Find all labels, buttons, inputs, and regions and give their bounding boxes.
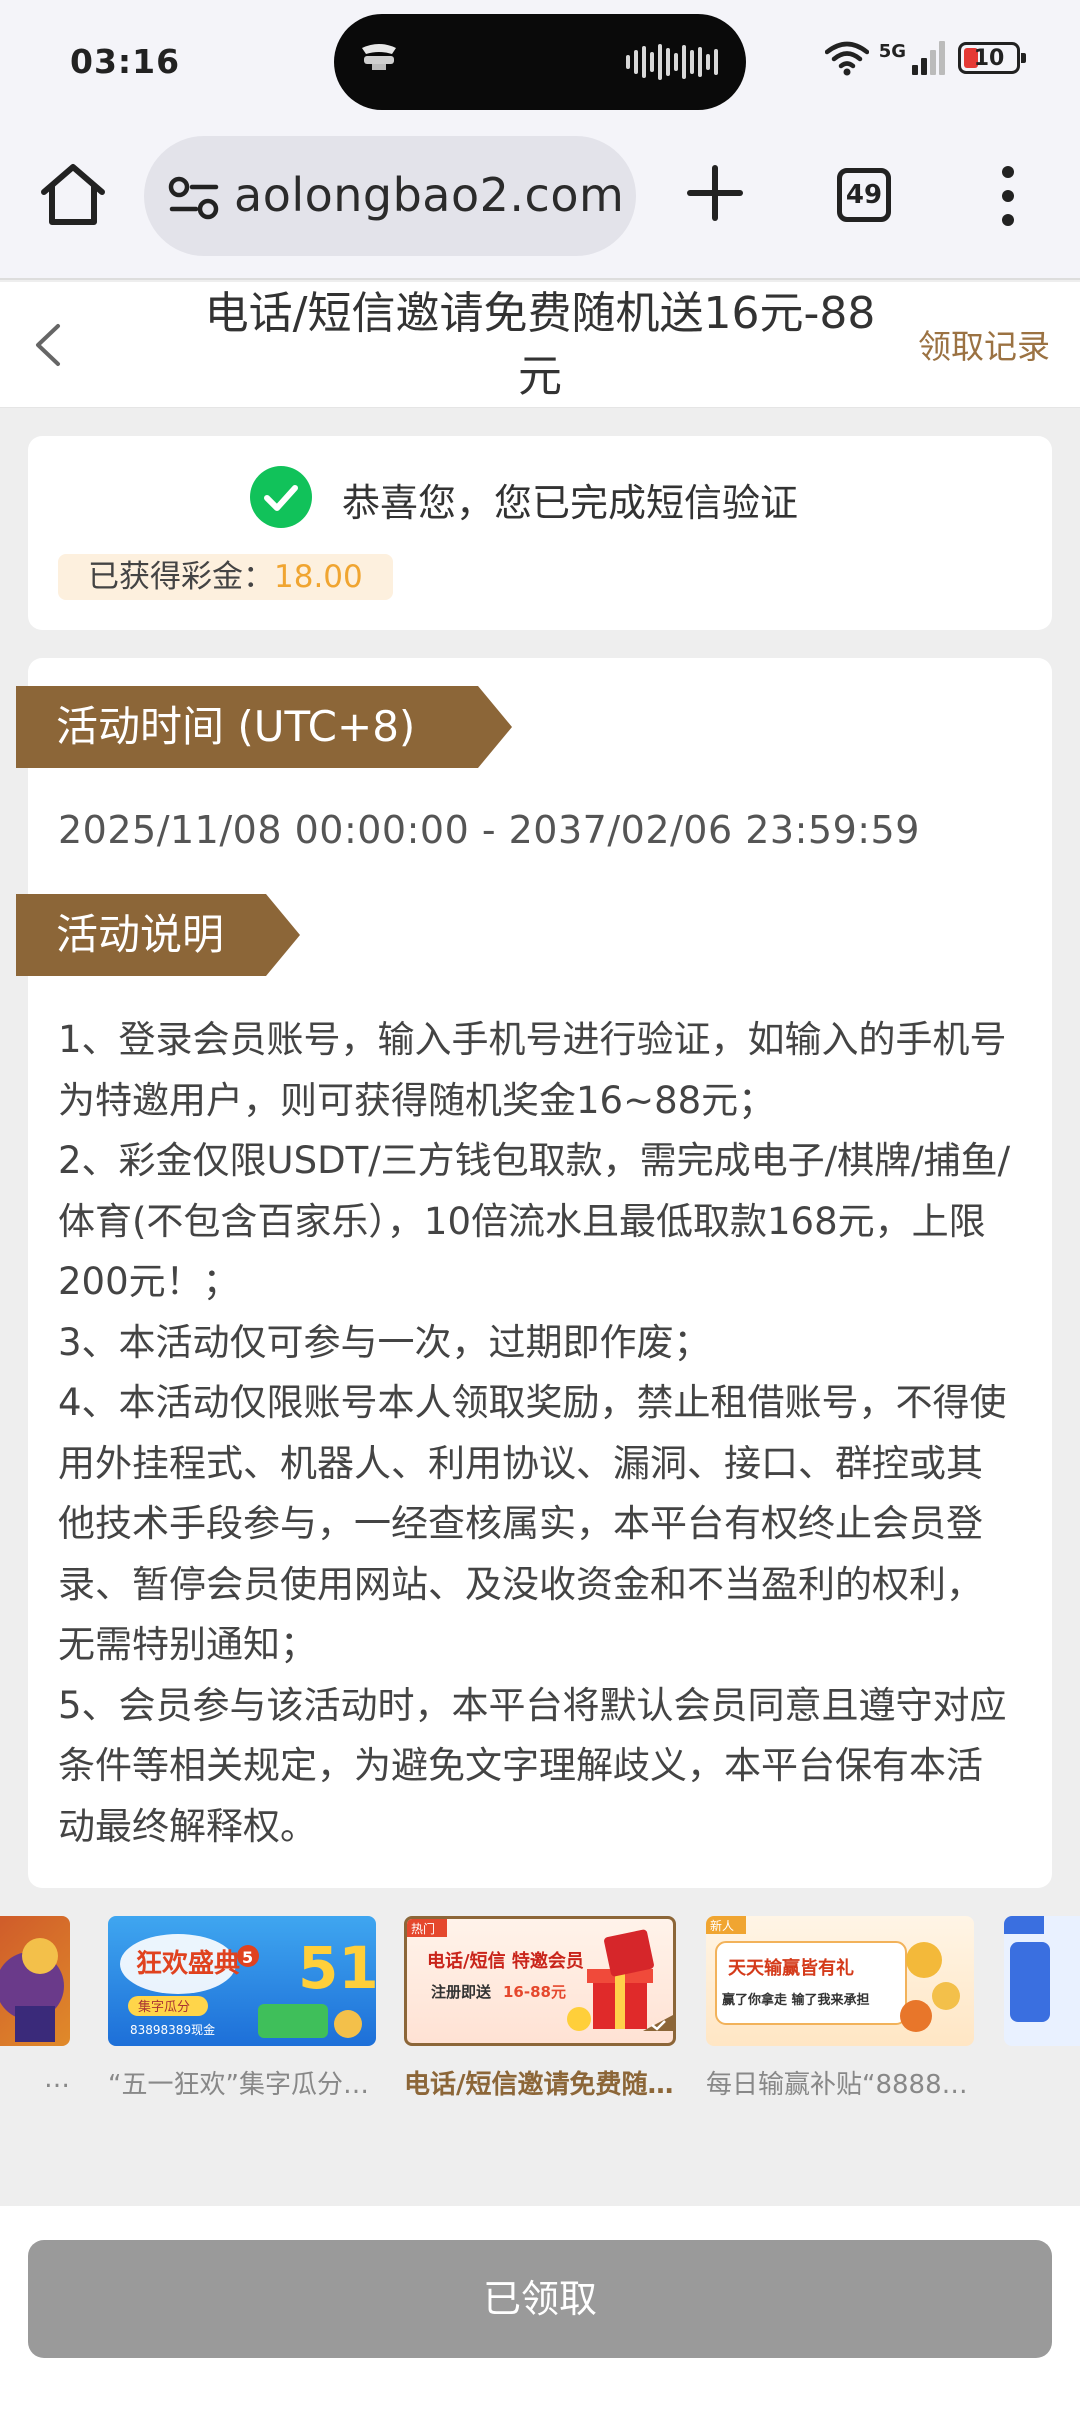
promo-caption: “五一狂欢”集字瓜分… — [108, 2070, 369, 2100]
promo-image[interactable]: 新人 天天输赢皆有礼 赢了你拿走 输了我来承担 — [706, 1916, 974, 2046]
svg-text:集字瓜分: 集字瓜分 — [138, 1999, 190, 2015]
page-title: 电话/短信邀请免费随机送16元-88元 — [204, 288, 876, 402]
signal-icon — [912, 41, 945, 75]
promo-carousel[interactable]: … 狂欢盛典 5 集字瓜分 83898389现金 51 “五一狂欢”集字瓜分… — [0, 1912, 1080, 2112]
svg-text:83898389现金: 83898389现金 — [130, 2022, 215, 2037]
browser-toolbar: aolongbao2.com 49 — [0, 128, 1080, 280]
rule-item: 2、彩金仅限USDT/三方钱包取款，需完成电子/棋牌/捕鱼/体育(不包含百家乐）… — [58, 1139, 1011, 1303]
svg-text:电话/短信 特邀会员: 电话/短信 特邀会员 — [427, 1950, 584, 1972]
audio-waveform-icon — [626, 42, 718, 82]
promo-image[interactable]: 狂欢盛典 5 集字瓜分 83898389现金 51 — [108, 1916, 376, 2046]
svg-text:赢了你拿走 输了我来承担: 赢了你拿走 输了我来承担 — [722, 1992, 870, 2008]
svg-text:狂欢盛典: 狂欢盛典 — [136, 1948, 240, 1979]
svg-text:热门: 热门 — [411, 1921, 435, 1936]
svg-text:注册即送: 注册即送 — [431, 1983, 492, 2001]
activity-rules: 1、登录会员账号，输入手机号进行验证，如输入的手机号为特邀用户，则可获得随机奖金… — [58, 1010, 1018, 1857]
rule-item: 3、本活动仅可参与一次，过期即作废； — [58, 1320, 711, 1364]
promo-image[interactable] — [1004, 1916, 1080, 2046]
back-icon[interactable] — [28, 318, 68, 372]
status-time: 03:16 — [70, 42, 181, 81]
rule-item: 1、登录会员账号，输入手机号进行验证，如输入的手机号为特邀用户，则可获得随机奖金… — [58, 1018, 1007, 1122]
svg-text:新人: 新人 — [710, 1918, 734, 1933]
dynamic-island — [334, 14, 746, 110]
tab-switcher-button[interactable]: 49 — [837, 168, 891, 222]
activity-time-range: 2025/11/08 00:00:00 - 2037/02/06 23:59:5… — [58, 808, 920, 852]
promo-caption: … — [44, 2064, 70, 2094]
new-tab-icon[interactable] — [686, 164, 744, 222]
bonus-badge: 已获得彩金：18.00 — [58, 554, 393, 600]
check-circle-icon — [250, 466, 312, 528]
activity-description-heading: 活动说明 — [16, 894, 300, 976]
verification-card: 恭喜您，您已完成短信验证 已获得彩金：18.00 — [28, 436, 1052, 630]
media-thumbnail-icon — [362, 44, 396, 70]
overflow-menu-icon[interactable] — [996, 166, 1020, 226]
svg-text:51: 51 — [298, 1934, 376, 2002]
home-icon[interactable] — [38, 162, 108, 228]
network-type-label: 5G — [878, 40, 906, 62]
verification-message: 恭喜您，您已完成短信验证 — [342, 481, 799, 525]
status-bar: 03:16 5G 10 — [0, 0, 1080, 128]
rule-item: 5、会员参与该活动时，本平台将默认会员同意且遵守对应条件等相关规定，为避免文字理… — [58, 1683, 1007, 1848]
wifi-icon — [824, 41, 869, 76]
bonus-label: 已获得彩金： — [88, 559, 274, 595]
claim-records-link[interactable]: 领取记录 — [918, 320, 1050, 368]
promo-image[interactable] — [0, 1916, 70, 2046]
rule-item: 4、本活动仅限账号本人领取奖励，禁止租借账号，不得使用外挂程式、机器人、利用协议… — [58, 1381, 1007, 1666]
promo-caption: 每日输赢补贴“8888”元 — [706, 2070, 974, 2100]
promo-caption: 电话/短信邀请免费随… — [404, 2070, 674, 2100]
bonus-value: 18.00 — [274, 559, 363, 595]
svg-text:天天输赢皆有礼: 天天输赢皆有礼 — [728, 1957, 854, 1979]
bottom-action-bar: 已领取 — [0, 2206, 1080, 2412]
promo-image[interactable]: 热门 电话/短信 特邀会员 注册即送 16-88元 — [404, 1916, 676, 2046]
activity-time-heading: 活动时间 (UTC+8) — [16, 686, 512, 768]
site-settings-icon[interactable] — [168, 176, 220, 220]
status-icons: 5G 10 — [824, 40, 1026, 76]
page-header: 电话/短信邀请免费随机送16元-88元 领取记录 — [0, 282, 1080, 408]
battery-level: 10 — [973, 45, 1005, 71]
svg-text:5: 5 — [242, 1948, 253, 1967]
claimed-button[interactable]: 已领取 — [28, 2240, 1052, 2358]
address-bar[interactable]: aolongbao2.com — [144, 136, 636, 256]
svg-text:16-88元: 16-88元 — [503, 1983, 566, 2001]
url-text[interactable]: aolongbao2.com — [234, 168, 624, 222]
activity-info-card: 活动时间 (UTC+8) 2025/11/08 00:00:00 - 2037/… — [28, 658, 1052, 1888]
battery-icon: 10 — [958, 42, 1026, 74]
